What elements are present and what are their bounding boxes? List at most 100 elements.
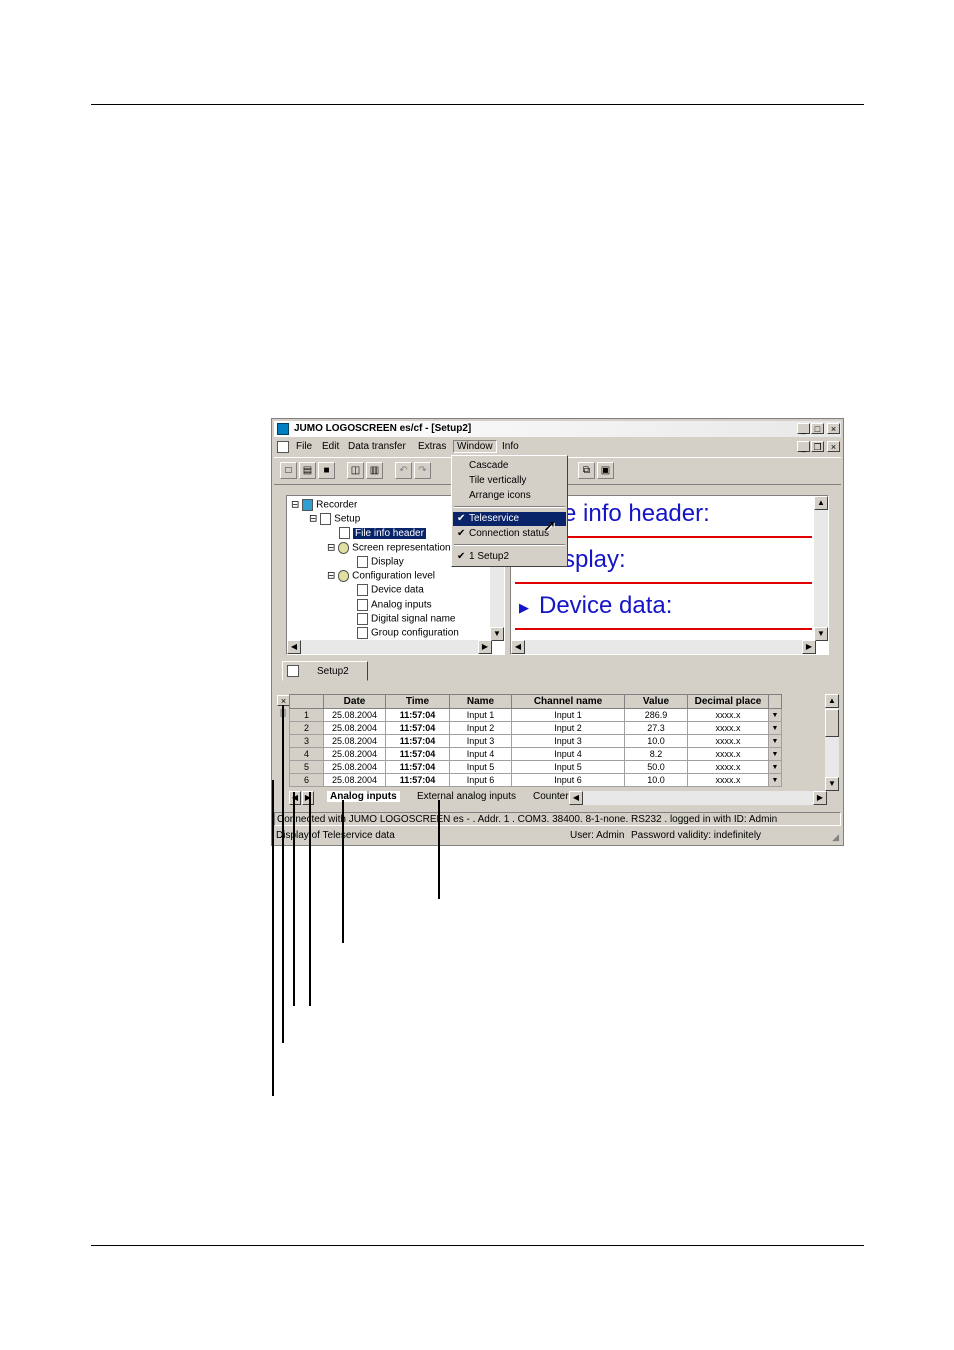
cell-decimal-place[interactable]: xxxx.x (687, 747, 769, 761)
cell-value[interactable]: 10.0 (624, 773, 688, 787)
menu-item-arrange-icons[interactable]: Arrange icons (453, 489, 566, 503)
cell-date[interactable]: 25.08.2004 (323, 734, 386, 748)
cell-value[interactable]: 50.0 (624, 760, 688, 774)
row-number[interactable]: 6 (289, 773, 324, 787)
tree-item-recorder[interactable]: ⊟ Recorder (291, 499, 357, 511)
cell-decimal-place[interactable]: xxxx.x (687, 760, 769, 774)
open-folder-icon[interactable]: ▤ (299, 462, 316, 479)
cell-name[interactable]: Input 5 (449, 760, 512, 774)
tile-windows-icon[interactable]: ▣ (597, 462, 614, 479)
menu-item-cascade[interactable]: Cascade (453, 459, 566, 473)
expand-arrow-icon[interactable]: ▶ (519, 600, 529, 616)
tree-item-group-configuration[interactable]: Group configuration (357, 627, 459, 639)
scroll-up-icon[interactable]: ▲ (825, 694, 839, 708)
dropdown-arrow-icon[interactable]: ▼ (768, 734, 782, 748)
doc-minimize-icon[interactable]: _ (797, 441, 810, 452)
cell-channel-name[interactable]: Input 2 (511, 721, 625, 735)
preview-horizontal-scrollbar[interactable]: ◀ ▶ (511, 640, 816, 654)
table-row[interactable]: 6 25.08.2004 11:57:04 Input 6 Input 6 10.0 xxx… (289, 773, 782, 787)
dropdown-arrow-icon[interactable]: ▼ (768, 721, 782, 735)
tree-item-file-info-header[interactable]: File info header (339, 527, 426, 539)
doc-restore-icon[interactable]: ❐ (811, 441, 824, 452)
scroll-down-icon[interactable]: ▼ (814, 627, 828, 641)
grid-vertical-scrollbar[interactable]: ▲ ▼ (825, 694, 839, 791)
scroll-left-icon[interactable]: ◀ (287, 640, 301, 654)
cell-channel-name[interactable]: Input 6 (511, 773, 625, 787)
cell-value[interactable]: 286.9 (624, 708, 688, 722)
menu-item-window-setup2[interactable]: ✔ 1 Setup2 (453, 550, 566, 564)
print-preview-icon[interactable]: ◫ (347, 462, 364, 479)
menu-edit[interactable]: Edit (322, 441, 339, 452)
grid-horizontal-scrollbar[interactable]: ◀ ▶ (569, 791, 827, 805)
cell-name[interactable]: Input 3 (449, 734, 512, 748)
cell-value[interactable]: 8.2 (624, 747, 688, 761)
menu-item-tile-vertically[interactable]: Tile vertically (453, 474, 566, 488)
tab-analog-inputs[interactable]: Analog inputs (327, 791, 400, 802)
row-number[interactable]: 3 (289, 734, 324, 748)
menu-extras[interactable]: Extras (418, 441, 446, 452)
cell-time[interactable]: 11:57:04 (385, 773, 450, 787)
cell-value[interactable]: 10.0 (624, 734, 688, 748)
table-row[interactable]: 2 25.08.2004 11:57:04 Input 2 Input 2 27.3 xxx… (289, 721, 782, 735)
column-name[interactable]: Name (449, 694, 512, 709)
tab-scroll-right-icon[interactable]: ▶ (302, 791, 314, 805)
column-date[interactable]: Date (323, 694, 386, 709)
cell-channel-name[interactable]: Input 3 (511, 734, 625, 748)
cell-name[interactable]: Input 4 (449, 747, 512, 761)
row-number[interactable]: 5 (289, 760, 324, 774)
dropdown-arrow-icon[interactable]: ▼ (768, 747, 782, 761)
scroll-right-icon[interactable]: ▶ (478, 640, 492, 654)
cell-time[interactable]: 11:57:04 (385, 708, 450, 722)
column-decimal-place[interactable]: Decimal place (687, 694, 769, 709)
column-channel-name[interactable]: Channel name (511, 694, 625, 709)
tree-item-analog-inputs[interactable]: Analog inputs (357, 599, 432, 611)
dropdown-arrow-icon[interactable]: ▼ (768, 773, 782, 787)
tree-horizontal-scrollbar[interactable]: ◀ ▶ (287, 640, 492, 654)
scroll-right-icon[interactable]: ▶ (802, 640, 816, 654)
scroll-up-icon[interactable]: ▲ (814, 496, 828, 510)
cell-name[interactable]: Input 2 (449, 721, 512, 735)
cell-value[interactable]: 27.3 (624, 721, 688, 735)
tree-item-display[interactable]: Display (357, 556, 404, 568)
cell-date[interactable]: 25.08.2004 (323, 747, 386, 761)
cell-date[interactable]: 25.08.2004 (323, 708, 386, 722)
tree-item-device-data[interactable]: Device data (357, 584, 424, 596)
scroll-thumb[interactable] (825, 709, 839, 737)
table-row[interactable]: 5 25.08.2004 11:57:04 Input 5 Input 5 50.0 xxx… (289, 760, 782, 774)
dropdown-arrow-icon[interactable]: ▼ (768, 760, 782, 774)
undo-icon[interactable]: ↶ (395, 462, 412, 479)
menu-window[interactable]: Window (453, 440, 497, 453)
dropdown-arrow-icon[interactable]: ▼ (768, 708, 782, 722)
print-icon[interactable]: ▥ (366, 462, 383, 479)
tab-scroll-left-icon[interactable]: ◀ (289, 791, 301, 805)
cell-date[interactable]: 25.08.2004 (323, 721, 386, 735)
column-time[interactable]: Time (385, 694, 450, 709)
cell-channel-name[interactable]: Input 5 (511, 760, 625, 774)
scroll-left-icon[interactable]: ◀ (511, 640, 525, 654)
cell-channel-name[interactable]: Input 1 (511, 708, 625, 722)
tab-setup2[interactable]: Setup2 (282, 661, 368, 681)
save-icon[interactable]: ■ (318, 462, 335, 479)
new-file-icon[interactable]: □ (280, 462, 297, 479)
cell-decimal-place[interactable]: xxxx.x (687, 721, 769, 735)
cell-name[interactable]: Input 6 (449, 773, 512, 787)
row-number[interactable]: 4 (289, 747, 324, 761)
table-row[interactable]: 1 25.08.2004 11:57:04 Input 1 Input 1 286.9 xx… (289, 708, 782, 722)
scroll-right-icon[interactable]: ▶ (813, 791, 827, 805)
table-row[interactable]: 3 25.08.2004 11:57:04 Input 3 Input 3 10.0 xxx… (289, 734, 782, 748)
menu-info[interactable]: Info (502, 441, 519, 452)
close-icon[interactable]: × (827, 423, 840, 434)
tree-item-digital-signal-name[interactable]: Digital signal name (357, 613, 456, 625)
scroll-down-icon[interactable]: ▼ (825, 777, 839, 791)
row-number[interactable]: 2 (289, 721, 324, 735)
tree-item-configuration-level[interactable]: ⊟ Configuration level (327, 570, 435, 582)
menu-file[interactable]: File (296, 441, 312, 452)
cell-time[interactable]: 11:57:04 (385, 734, 450, 748)
cascade-windows-icon[interactable]: ⧉ (578, 462, 595, 479)
cell-date[interactable]: 25.08.2004 (323, 773, 386, 787)
tree-item-setup[interactable]: ⊟ Setup (309, 513, 360, 525)
redo-icon[interactable]: ↷ (414, 462, 431, 479)
tab-external-analog-inputs[interactable]: External analog inputs (414, 791, 519, 802)
resize-grip-icon[interactable]: ◢ (832, 831, 839, 844)
maximize-icon[interactable]: □ (811, 423, 824, 434)
